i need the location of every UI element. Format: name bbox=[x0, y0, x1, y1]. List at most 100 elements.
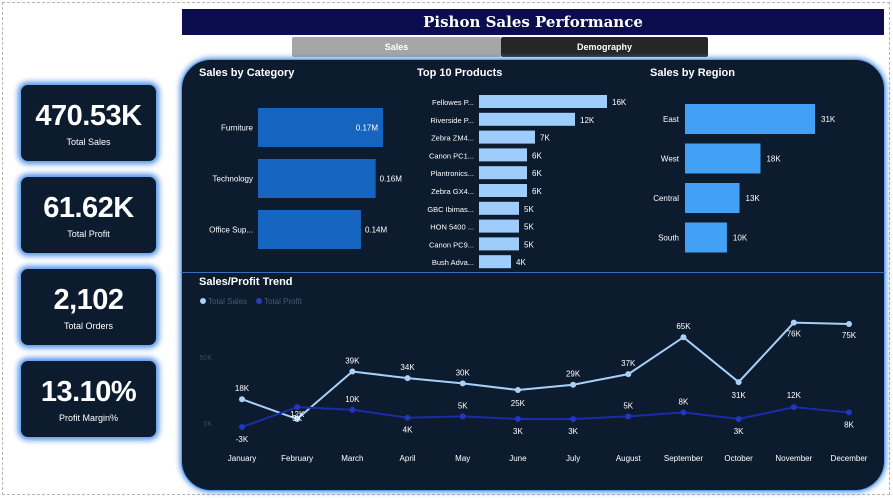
region-label: East bbox=[663, 115, 680, 124]
profit-data-label: 3K bbox=[568, 427, 578, 436]
profit-data-label: 8K bbox=[844, 420, 854, 429]
sales-data-label: 75K bbox=[842, 331, 857, 340]
product-label: GBC Ibimas... bbox=[427, 205, 474, 214]
region-data-label: 10K bbox=[733, 234, 748, 243]
category-data-label: 0.17M bbox=[356, 124, 379, 133]
legend-marker bbox=[200, 298, 206, 304]
profit-point bbox=[404, 414, 411, 421]
sales-data-label: 34K bbox=[400, 363, 415, 372]
product-data-label: 5K bbox=[524, 240, 534, 249]
region-label: West bbox=[661, 155, 680, 164]
legend-marker bbox=[256, 298, 262, 304]
profit-data-label: 3K bbox=[734, 427, 744, 436]
sales-point bbox=[680, 334, 687, 341]
profit-data-label: 10K bbox=[345, 395, 360, 404]
product-data-label: 12K bbox=[580, 116, 595, 125]
product-bar bbox=[479, 219, 519, 233]
category-data-label: 0.14M bbox=[365, 226, 388, 235]
product-data-label: 5K bbox=[524, 205, 534, 214]
region-bar bbox=[685, 222, 727, 253]
profit-data-label: 8K bbox=[679, 397, 689, 406]
product-label: Canon PC1... bbox=[429, 151, 474, 160]
region-label: South bbox=[658, 234, 679, 243]
x-tick-label: June bbox=[509, 454, 527, 463]
region-data-label: 31K bbox=[821, 115, 836, 124]
sales-point bbox=[459, 380, 466, 387]
product-label: Zebra ZM4... bbox=[431, 134, 474, 143]
sales-point bbox=[404, 375, 411, 382]
product-label: Plantronics... bbox=[431, 169, 474, 178]
x-tick-label: December bbox=[831, 454, 868, 463]
category-label: Technology bbox=[213, 175, 253, 184]
profit-point bbox=[625, 413, 632, 420]
category-data-label: 0.16M bbox=[380, 175, 403, 184]
x-tick-label: August bbox=[616, 454, 642, 463]
region-data-label: 13K bbox=[746, 194, 761, 203]
profit-point bbox=[790, 404, 797, 411]
profit-point bbox=[680, 409, 687, 416]
sales-data-label: 65K bbox=[676, 322, 691, 331]
profit-point bbox=[349, 406, 356, 413]
x-tick-label: November bbox=[775, 454, 812, 463]
product-label: Zebra GX4... bbox=[431, 187, 474, 196]
profit-point bbox=[239, 423, 245, 430]
legend-entry: Total Sales bbox=[208, 297, 247, 306]
product-bar bbox=[479, 166, 527, 180]
charts-svg: Furniture 0.17M Technology 0.16M Office Sup.… bbox=[200, 95, 868, 463]
sales-point bbox=[239, 396, 245, 403]
profit-data-label: 5K bbox=[623, 401, 633, 410]
product-data-label: 4K bbox=[516, 258, 526, 267]
product-label: Canon PC9... bbox=[429, 240, 474, 249]
product-data-label: 5K bbox=[524, 223, 534, 232]
sales-point bbox=[514, 387, 521, 393]
region-bar bbox=[685, 143, 761, 174]
sales-data-label: 30K bbox=[456, 368, 471, 377]
profit-point bbox=[459, 413, 466, 420]
sales-data-label: 18K bbox=[235, 384, 250, 393]
product-data-label: 16K bbox=[612, 98, 627, 107]
category-label: Office Sup... bbox=[209, 226, 253, 235]
profit-data-label: 4K bbox=[403, 426, 413, 435]
x-tick-label: March bbox=[341, 454, 363, 463]
x-tick-label: January bbox=[228, 454, 256, 463]
category-label: Furniture bbox=[221, 124, 254, 133]
sales-data-label: 76K bbox=[787, 330, 802, 339]
sales-point bbox=[846, 321, 852, 327]
sales-data-label: 31K bbox=[732, 391, 747, 400]
region-data-label: 18K bbox=[766, 155, 781, 164]
product-data-label: 7K bbox=[540, 134, 550, 143]
region-label: Central bbox=[653, 194, 679, 203]
sales-data-label: 25K bbox=[511, 399, 526, 408]
product-label: Fellowes P... bbox=[432, 98, 474, 107]
x-tick-label: May bbox=[455, 454, 470, 463]
x-tick-label: July bbox=[566, 454, 580, 463]
category-bar bbox=[258, 210, 361, 249]
product-bar bbox=[479, 130, 535, 144]
product-label: Bush Adva... bbox=[432, 258, 474, 267]
profit-point bbox=[514, 416, 521, 423]
sales-point bbox=[735, 379, 742, 386]
x-tick-label: October bbox=[724, 454, 753, 463]
profit-data-label: 3K bbox=[513, 427, 523, 436]
product-bar bbox=[479, 237, 519, 251]
sales-point bbox=[790, 319, 797, 326]
sales-point bbox=[570, 381, 577, 388]
product-bar bbox=[479, 184, 527, 197]
product-data-label: 6K bbox=[532, 169, 542, 178]
profit-data-label: -3K bbox=[236, 435, 249, 444]
sales-point bbox=[625, 371, 632, 378]
product-bar bbox=[479, 255, 511, 269]
product-bar bbox=[479, 112, 575, 126]
legend-entry: Total Profit bbox=[264, 297, 303, 306]
region-bar bbox=[685, 104, 815, 134]
x-tick-label: February bbox=[281, 454, 313, 463]
sales-data-label: 29K bbox=[566, 370, 581, 379]
profit-data-label: 12K bbox=[787, 391, 802, 400]
profit-data-label: 5K bbox=[458, 401, 468, 410]
product-label: HON 5400 ... bbox=[430, 223, 474, 232]
y-tick-label: 0K bbox=[203, 421, 212, 428]
sales-data-label: 37K bbox=[621, 359, 636, 368]
profit-line bbox=[241, 406, 850, 428]
x-tick-label: April bbox=[400, 454, 416, 463]
product-label: Riverside P... bbox=[430, 116, 474, 125]
